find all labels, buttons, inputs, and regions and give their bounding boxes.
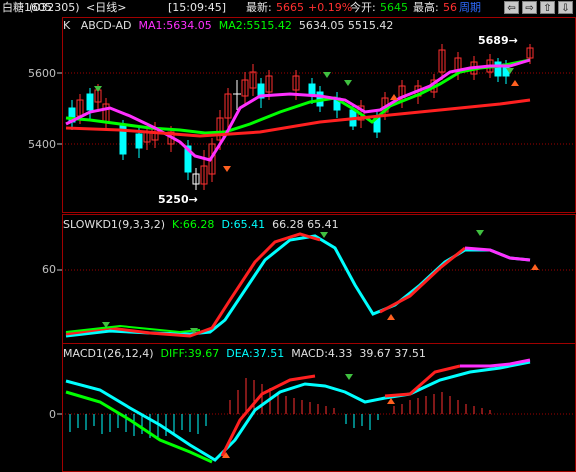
macd-hist-positive <box>229 378 491 414</box>
buy-signal-arrows <box>223 80 519 172</box>
dea-line <box>65 360 531 462</box>
macd-hist-negative <box>69 414 379 440</box>
candlesticks <box>68 44 534 190</box>
chart-graphics <box>57 44 576 464</box>
kd-k-line <box>65 232 321 338</box>
kd-k-line-magenta <box>464 246 531 262</box>
